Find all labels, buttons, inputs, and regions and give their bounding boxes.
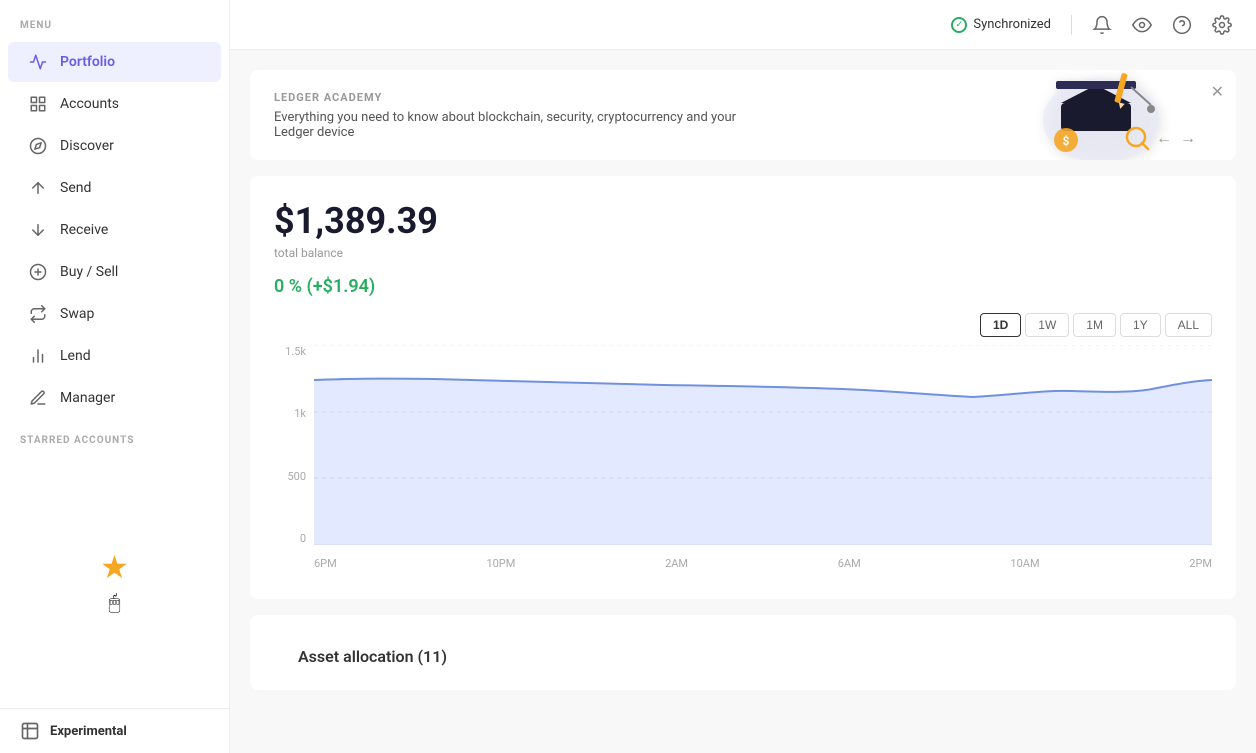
time-btn-all[interactable]: ALL (1165, 313, 1212, 337)
chart-y-0: 0 (300, 532, 306, 545)
sidebar-label-manager: Manager (60, 390, 115, 406)
swap-icon (28, 304, 48, 324)
chart-x-10am: 10AM (1010, 557, 1039, 570)
topbar: Synchronized (230, 0, 1256, 50)
bell-icon[interactable] (1092, 15, 1112, 35)
chart-x-labels: 6PM 10PM 2AM 6AM 10AM 2PM (314, 551, 1212, 575)
balance-change: 0 % (+$1.94) (274, 276, 1212, 297)
chart-icon (28, 52, 48, 72)
topbar-divider (1071, 15, 1072, 35)
balance-amount: $1,389.39 (274, 200, 1212, 242)
sidebar-item-receive[interactable]: Receive (8, 210, 221, 250)
balance-label: total balance (274, 246, 1212, 260)
starred-area: ★ 🖱 (0, 454, 229, 708)
page-content: LEDGER ACADEMY Everything you need to kn… (230, 50, 1256, 710)
sync-label: Synchronized (973, 17, 1051, 32)
sidebar-label-accounts: Accounts (60, 96, 119, 112)
sidebar-label-discover: Discover (60, 138, 114, 154)
discover-icon (28, 136, 48, 156)
academy-illustration: $ (996, 70, 1176, 160)
gear-icon[interactable] (1212, 15, 1232, 35)
sidebar-item-buy-sell[interactable]: Buy / Sell (8, 252, 221, 292)
chart-x-2pm: 2PM (1189, 557, 1212, 570)
chart-y-1.5k: 1.5k (285, 345, 306, 358)
chart-x-10pm: 10PM (486, 557, 515, 570)
svg-text:$: $ (1063, 134, 1070, 148)
sidebar-item-lend[interactable]: Lend (8, 336, 221, 376)
sync-dot-icon (951, 17, 967, 33)
main-content: Synchronized LEDGER AC (230, 0, 1256, 753)
sidebar-label-lend: Lend (60, 348, 91, 364)
portfolio-chart: 1.5k 1k 500 0 (274, 345, 1212, 575)
sidebar-label-portfolio: Portfolio (60, 54, 115, 70)
starred-accounts-label: STARRED ACCOUNTS (0, 419, 229, 454)
accounts-icon (28, 94, 48, 114)
chart-x-2am: 2AM (665, 557, 688, 570)
asset-allocation-title: Asset allocation (11) (274, 631, 1212, 674)
sidebar-item-swap[interactable]: Swap (8, 294, 221, 334)
receive-icon (28, 220, 48, 240)
time-range-buttons: 1D 1W 1M 1Y ALL (274, 313, 1212, 337)
sync-badge: Synchronized (951, 17, 1051, 33)
academy-text: LEDGER ACADEMY Everything you need to kn… (274, 91, 774, 140)
academy-banner: LEDGER ACADEMY Everything you need to kn… (250, 70, 1236, 160)
sidebar-label-buy-sell: Buy / Sell (60, 264, 118, 280)
time-btn-1d[interactable]: 1D (980, 313, 1021, 337)
chart-y-1k: 1k (294, 407, 306, 420)
star-icon: ★ (100, 548, 129, 586)
cursor-icon: 🖱 (109, 590, 121, 614)
academy-prev-button[interactable]: ← (1156, 128, 1172, 148)
experimental-icon (20, 721, 40, 741)
sidebar: MENU Portfolio Accounts Discover (0, 0, 230, 753)
buy-sell-icon (28, 262, 48, 282)
lend-icon (28, 346, 48, 366)
sidebar-label-send: Send (60, 180, 91, 196)
time-btn-1y[interactable]: 1Y (1120, 313, 1161, 337)
academy-next-button[interactable]: → (1180, 128, 1196, 148)
chart-x-6pm: 6PM (314, 557, 337, 570)
help-icon[interactable] (1172, 15, 1192, 35)
academy-nav: ← → (1156, 128, 1196, 148)
academy-title: LEDGER ACADEMY (274, 91, 774, 104)
academy-description: Everything you need to know about blockc… (274, 110, 774, 140)
sidebar-item-discover[interactable]: Discover (8, 126, 221, 166)
chart-svg-area (314, 345, 1212, 545)
academy-close-button[interactable]: ✕ (1211, 82, 1224, 101)
asset-allocation-card: Asset allocation (11) (250, 615, 1236, 690)
send-icon (28, 178, 48, 198)
chart-x-6am: 6AM (838, 557, 861, 570)
chart-y-500: 500 (287, 470, 306, 483)
eye-icon[interactable] (1132, 15, 1152, 35)
sidebar-item-portfolio[interactable]: Portfolio (8, 42, 221, 82)
chart-y-labels: 1.5k 1k 500 0 (274, 345, 310, 545)
time-btn-1w[interactable]: 1W (1025, 313, 1069, 337)
sidebar-item-manager[interactable]: Manager (8, 378, 221, 418)
experimental-item[interactable]: Experimental (0, 708, 229, 753)
time-btn-1m[interactable]: 1M (1073, 313, 1116, 337)
experimental-label: Experimental (50, 724, 127, 739)
manager-icon (28, 388, 48, 408)
sidebar-label-swap: Swap (60, 306, 94, 322)
portfolio-card: $1,389.39 total balance 0 % (+$1.94) 1D … (250, 176, 1236, 599)
sidebar-item-send[interactable]: Send (8, 168, 221, 208)
menu-label: MENU (0, 0, 229, 41)
sidebar-item-accounts[interactable]: Accounts (8, 84, 221, 124)
sidebar-label-receive: Receive (60, 222, 108, 238)
